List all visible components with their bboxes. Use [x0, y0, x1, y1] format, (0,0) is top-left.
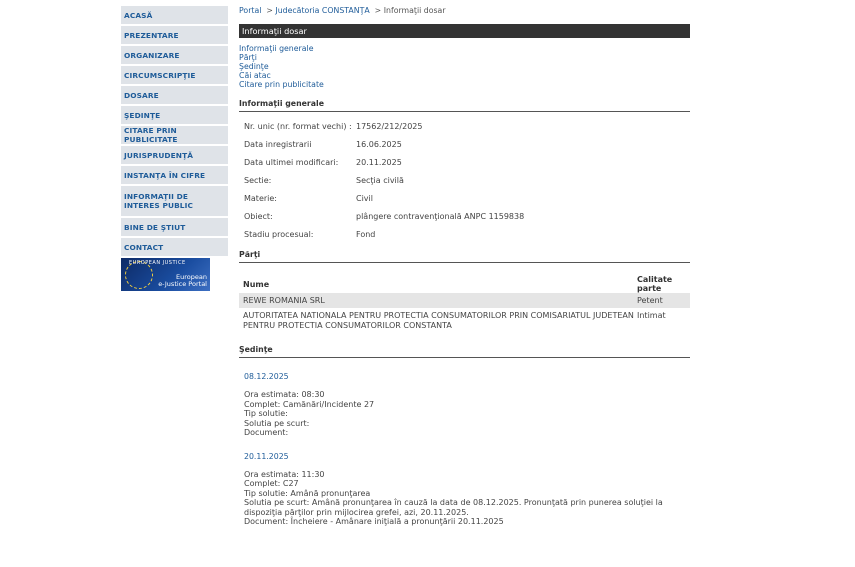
info-row: Data inregistrarii 16.06.2025	[244, 140, 402, 149]
table-row: AUTORITATEA NATIONALA PENTRU PROTECTIA C…	[243, 311, 666, 330]
ejustice-banner[interactable]: EUROPEAN JUSTICE European e-Justice Port…	[121, 258, 210, 291]
link-parti[interactable]: Părţi	[239, 53, 690, 62]
quick-links: Informaţii generale Părţi Şedinţe Căi at…	[239, 44, 690, 89]
info-row: Data ultimei modificari: 20.11.2025	[244, 158, 402, 167]
ejustice-brand: European e-Justice Portal	[158, 273, 207, 288]
sedinta-date: 20.11.2025	[244, 451, 289, 461]
sidebar-item-bine-de-stiut[interactable]: BINE DE ŞTIUT	[121, 218, 228, 236]
info-row: Obiect: plângere contravenţională ANPC 11…	[244, 212, 525, 221]
main-content: Portal > Judecătoria CONSTANŢA > Informa…	[239, 6, 690, 527]
breadcrumb-portal[interactable]: Portal	[239, 6, 261, 15]
document-link[interactable]: Document: Încheiere - Amânare iniţială a…	[244, 517, 690, 527]
sidebar-item-instanta-cifre[interactable]: INSTANŢA ÎN CIFRE	[121, 166, 228, 184]
sidebar-item-acasa[interactable]: ACASĂ	[121, 6, 228, 24]
section-title-sedinte: Şedinţe	[239, 345, 690, 358]
sedinta-date: 08.12.2025	[244, 372, 289, 381]
sidebar-item-sedinte[interactable]: ŞEDINŢE	[121, 106, 228, 124]
sidebar-item-dosare[interactable]: DOSARE	[121, 86, 228, 104]
breadcrumb-court[interactable]: Judecătoria CONSTANŢA	[275, 6, 369, 15]
sidebar-item-jurisprudenta[interactable]: JURISPRUDENŢĂ	[121, 146, 228, 164]
link-cai-atac[interactable]: Căi atac	[239, 71, 690, 80]
sidebar-item-organizare[interactable]: ORGANIZARE	[121, 46, 228, 64]
sidebar-item-contact[interactable]: CONTACT	[121, 238, 228, 256]
sidebar-item-prezentare[interactable]: PREZENTARE	[121, 26, 228, 44]
page-header: Informaţii dosar	[239, 24, 690, 38]
parti-table: Nume Calitate parte REWE ROMANIA SRL Pet…	[239, 275, 690, 333]
breadcrumb: Portal > Judecătoria CONSTANŢA > Informa…	[239, 6, 446, 15]
sidebar-item-informatii-interes[interactable]: INFORMAŢII DE INTERES PUBLIC	[121, 186, 228, 216]
sedinta-item: 08.12.2025 Ora estimata: 08:30 Complet: …	[239, 372, 690, 438]
info-row: Sectie: Secţia civilă	[244, 176, 404, 185]
info-row: Nr. unic (nr. format vechi) :17562/212/2…	[244, 122, 423, 131]
link-sedinte[interactable]: Şedinţe	[239, 62, 690, 71]
sedinta-item: 20.11.2025 Ora estimata: 11:30 Complet: …	[239, 452, 690, 527]
info-row: Stadiu procesual: Fond	[244, 230, 376, 239]
section-title-parti: Părţi	[239, 250, 690, 263]
link-informatii-generale[interactable]: Informaţii generale	[239, 44, 690, 53]
sidebar-item-citare[interactable]: CITARE PRIN PUBLICITATE	[121, 126, 228, 144]
link-citare[interactable]: Citare prin publicitate	[239, 80, 690, 89]
ejustice-banner-top: EUROPEAN JUSTICE	[129, 260, 186, 266]
info-row: Materie: Civil	[244, 194, 373, 203]
sidebar-item-circumscriptie[interactable]: CIRCUMSCRIPŢIE	[121, 66, 228, 84]
general-info-table: Nr. unic (nr. format vechi) :17562/212/2…	[239, 122, 690, 248]
parti-header-row: Nume Calitate parte	[243, 275, 673, 293]
sidebar-nav: ACASĂ PREZENTARE ORGANIZARE CIRCUMSCRIPŢ…	[121, 6, 228, 291]
section-title-general: Informaţii generale	[239, 99, 690, 112]
breadcrumb-current: Informaţii dosar	[383, 6, 446, 15]
table-row: REWE ROMANIA SRL Petent	[239, 293, 690, 308]
